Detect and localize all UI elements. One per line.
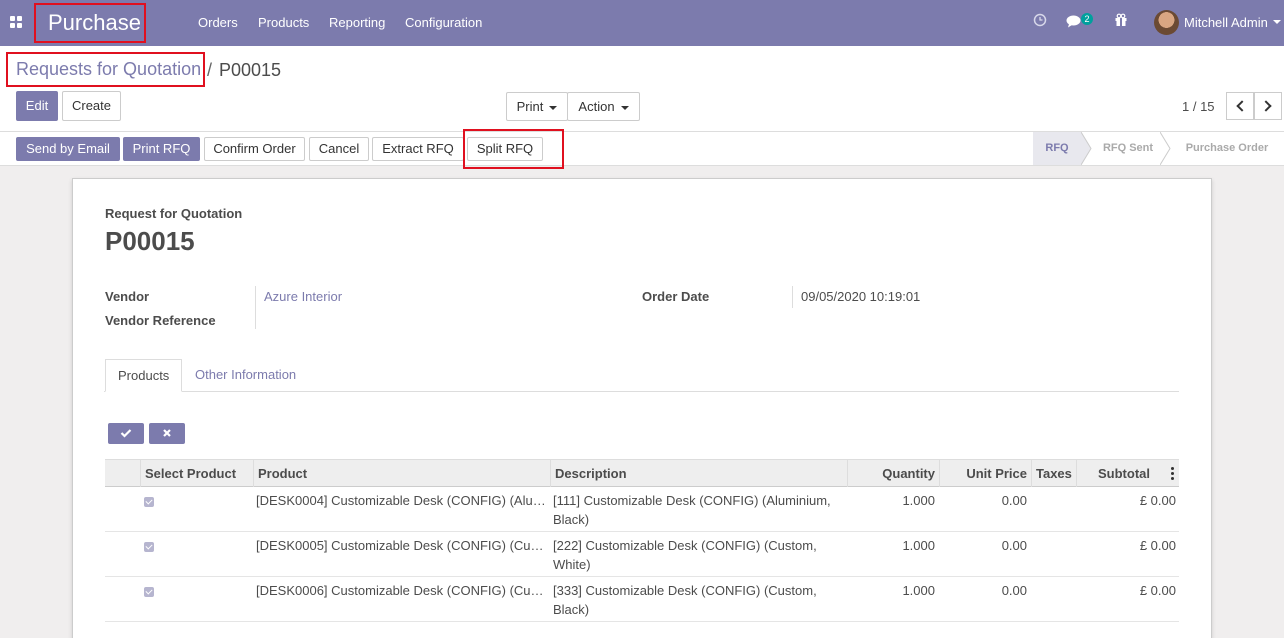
- messages-count-badge: 2: [1081, 13, 1093, 25]
- pager-previous-button[interactable]: [1226, 92, 1254, 120]
- print-dropdown-button[interactable]: Print: [506, 92, 568, 121]
- user-avatar[interactable]: [1154, 10, 1179, 35]
- breadcrumb-separator: /: [207, 60, 213, 80]
- stage-rfq-sent[interactable]: RFQ Sent: [1093, 132, 1163, 165]
- subtotal-cell: £ 0.00: [1139, 538, 1176, 553]
- description-line: Black): [553, 602, 590, 617]
- check-icon: [120, 429, 132, 438]
- description-cell[interactable]: [222] Customizable Desk (CONFIG) (Custom…: [553, 536, 843, 574]
- vendor-reference-label: Vendor Reference: [105, 313, 216, 328]
- action-caret-icon: [620, 105, 629, 110]
- tab-other-information[interactable]: Other Information: [183, 359, 308, 392]
- vendor-link[interactable]: Azure Interior: [264, 289, 342, 304]
- messages-chat-icon[interactable]: [1066, 15, 1082, 28]
- description-cell[interactable]: [111] Customizable Desk (CONFIG) (Alumin…: [553, 491, 843, 529]
- optional-columns-icon[interactable]: [1171, 467, 1174, 480]
- tab-products[interactable]: Products: [105, 359, 183, 392]
- description-line: White): [553, 557, 591, 572]
- print-rfq-button[interactable]: Print RFQ: [123, 137, 200, 161]
- column-subtotal[interactable]: Subtotal: [1076, 460, 1154, 487]
- product-cell[interactable]: [DESK0004] Customizable Desk (CONFIG) (A…: [256, 491, 546, 510]
- action-dropdown-button[interactable]: Action: [567, 92, 640, 121]
- app-brand[interactable]: Purchase: [34, 3, 146, 43]
- menu-products[interactable]: Products: [258, 15, 309, 30]
- row-select-checkbox[interactable]: [144, 587, 154, 597]
- stage-arrow-icon: [1160, 132, 1171, 165]
- gift-icon[interactable]: [1114, 13, 1128, 27]
- description-line: [333] Customizable Desk (CONFIG) (Custom…: [553, 583, 817, 598]
- column-taxes[interactable]: Taxes: [1031, 460, 1076, 487]
- unit-price-cell[interactable]: 0.00: [939, 581, 1027, 600]
- pager-next-button[interactable]: [1254, 92, 1282, 120]
- top-navbar: Purchase Orders Products Reporting Confi…: [0, 0, 1284, 46]
- field-divider: [792, 286, 793, 308]
- row-select-checkbox[interactable]: [144, 497, 154, 507]
- activity-clock-icon[interactable]: [1033, 13, 1047, 27]
- order-date-label: Order Date: [642, 289, 710, 304]
- product-cell[interactable]: [DESK0005] Customizable Desk (CONFIG) (C…: [256, 536, 546, 555]
- table-row[interactable]: [DESK0004] Customizable Desk (CONFIG) (A…: [105, 487, 1179, 532]
- row-select-checkbox[interactable]: [144, 542, 154, 552]
- vendor-label: Vendor: [105, 289, 150, 304]
- menu-orders[interactable]: Orders: [198, 15, 238, 30]
- column-handle: [105, 460, 140, 487]
- split-rfq-highlight: [463, 129, 564, 169]
- print-caret-icon: [549, 105, 558, 110]
- description-cell[interactable]: [333] Customizable Desk (CONFIG) (Custom…: [553, 581, 843, 619]
- discard-selection-button[interactable]: [149, 423, 185, 444]
- send-by-email-button[interactable]: Send by Email: [16, 137, 120, 161]
- user-name[interactable]: Mitchell Admin: [1184, 15, 1268, 30]
- quantity-cell[interactable]: 1.000: [847, 491, 935, 510]
- action-label: Action: [578, 99, 615, 114]
- breadcrumb-requests-for-quotation[interactable]: Requests for Quotation: [6, 52, 205, 87]
- description-line: Black): [553, 512, 590, 527]
- user-menu-caret-icon[interactable]: [1273, 20, 1281, 24]
- chevron-left-icon: [1236, 100, 1248, 112]
- document-title: P00015: [105, 226, 195, 256]
- column-product[interactable]: Product: [253, 460, 550, 487]
- close-icon: [163, 429, 171, 437]
- column-quantity[interactable]: Quantity: [847, 460, 939, 487]
- subtotal-cell: £ 0.00: [1139, 493, 1176, 508]
- order-date-value: 09/05/2020 10:19:01: [801, 289, 921, 304]
- cancel-button[interactable]: Cancel: [309, 137, 369, 161]
- quantity-cell[interactable]: 1.000: [847, 581, 935, 600]
- subtotal-cell: £ 0.00: [1139, 583, 1176, 598]
- edit-button[interactable]: Edit: [16, 91, 58, 121]
- field-divider: [255, 286, 256, 329]
- unit-price-cell[interactable]: 0.00: [939, 536, 1027, 555]
- unit-price-cell[interactable]: 0.00: [939, 491, 1027, 510]
- column-unit-price[interactable]: Unit Price: [939, 460, 1031, 487]
- print-label: Print: [516, 99, 544, 114]
- table-row[interactable]: [DESK0005] Customizable Desk (CONFIG) (C…: [105, 532, 1179, 577]
- menu-reporting[interactable]: Reporting: [329, 15, 385, 30]
- description-line: [222] Customizable Desk (CONFIG) (Custom…: [553, 538, 817, 553]
- stage-arrow-icon: [1081, 132, 1092, 165]
- create-button[interactable]: Create: [62, 91, 121, 121]
- column-description[interactable]: Description: [550, 460, 847, 487]
- chevron-right-icon: [1260, 100, 1272, 112]
- description-line: [111] Customizable Desk (CONFIG) (Alumin…: [553, 493, 831, 508]
- document-type-label: Request for Quotation: [105, 206, 243, 221]
- confirm-order-button[interactable]: Confirm Order: [204, 137, 305, 161]
- quantity-cell[interactable]: 1.000: [847, 536, 935, 555]
- table-header: Select Product Product Description Quant…: [105, 459, 1179, 487]
- pager-value[interactable]: 1 / 15: [1182, 99, 1215, 114]
- table-row[interactable]: [DESK0006] Customizable Desk (CONFIG) (C…: [105, 577, 1179, 622]
- stage-rfq[interactable]: RFQ: [1033, 132, 1081, 165]
- confirm-selection-button[interactable]: [108, 423, 144, 444]
- stage-purchase-order[interactable]: Purchase Order: [1176, 132, 1278, 165]
- product-cell[interactable]: [DESK0006] Customizable Desk (CONFIG) (C…: [256, 581, 546, 600]
- column-select-product[interactable]: Select Product: [140, 460, 253, 487]
- apps-menu-icon[interactable]: [10, 16, 23, 29]
- extract-rfq-button[interactable]: Extract RFQ: [372, 137, 464, 161]
- breadcrumb-current: P00015: [219, 60, 282, 80]
- menu-configuration[interactable]: Configuration: [405, 15, 482, 30]
